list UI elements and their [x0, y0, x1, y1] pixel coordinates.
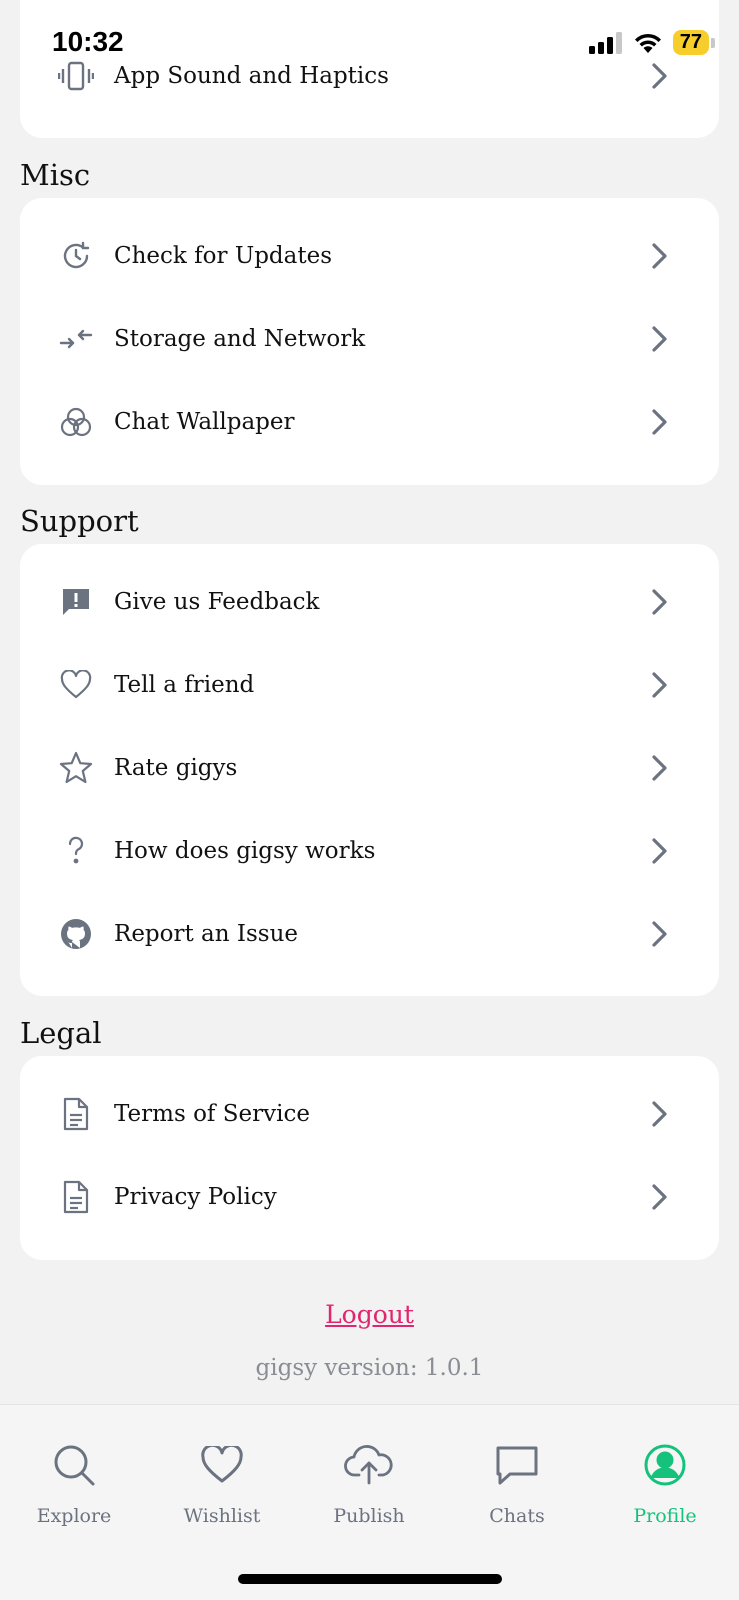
settings-row-terms[interactable]: Terms of Service — [20, 1072, 719, 1155]
settings-row-label: Give us Feedback — [114, 588, 320, 615]
tab-label: Wishlist — [183, 1505, 261, 1527]
chevron-right-icon — [649, 669, 671, 701]
status-bar: 10:32 77 — [0, 0, 739, 80]
settings-row-check-updates[interactable]: Check for Updates — [20, 214, 719, 297]
settings-row-label: Rate gigys — [114, 754, 238, 781]
update-clock-icon — [58, 238, 94, 274]
settings-row-label: Check for Updates — [114, 242, 333, 269]
github-icon — [58, 916, 94, 952]
tab-label: Explore — [36, 1505, 112, 1527]
document-icon — [58, 1179, 94, 1215]
settings-row-feedback[interactable]: Give us Feedback — [20, 560, 719, 643]
settings-row-label: Chat Wallpaper — [114, 408, 295, 435]
chevron-right-icon — [649, 240, 671, 272]
settings-row-chat-wallpaper[interactable]: Chat Wallpaper — [20, 380, 719, 463]
settings-row-label: Storage and Network — [114, 325, 366, 352]
chevron-right-icon — [649, 1098, 671, 1130]
home-indicator — [238, 1574, 502, 1584]
settings-row-label: Tell a friend — [114, 671, 255, 698]
settings-row-label: Terms of Service — [114, 1100, 310, 1127]
status-time: 10:32 — [52, 26, 124, 57]
section-title-misc: Misc — [20, 158, 91, 192]
tab-label: Chats — [489, 1505, 545, 1527]
settings-row-storage-network[interactable]: Storage and Network — [20, 297, 719, 380]
settings-row-label: Privacy Policy — [114, 1183, 277, 1210]
document-icon — [58, 1096, 94, 1132]
chat-bubble-icon — [457, 1439, 577, 1491]
tab-label: Publish — [333, 1505, 405, 1527]
chevron-right-icon — [649, 406, 671, 438]
settings-row-privacy[interactable]: Privacy Policy — [20, 1155, 719, 1238]
settings-row-how-works[interactable]: How does gigsy works — [20, 809, 719, 892]
search-icon — [14, 1439, 134, 1491]
tab-publish[interactable]: Publish — [309, 1439, 429, 1527]
tab-chats[interactable]: Chats — [457, 1439, 577, 1527]
settings-row-rate[interactable]: Rate gigys — [20, 726, 719, 809]
settings-card-support: Give us Feedback Tell a friend Rate gigy… — [20, 544, 719, 996]
heart-icon — [162, 1439, 282, 1491]
circles-overlap-icon — [58, 404, 94, 440]
tab-label: Profile — [633, 1505, 697, 1527]
battery-indicator: 77 — [672, 30, 716, 55]
question-icon — [58, 833, 94, 869]
star-icon — [58, 750, 94, 786]
status-icons: 77 — [588, 30, 716, 55]
section-title-legal: Legal — [20, 1016, 102, 1050]
profile-icon — [605, 1439, 725, 1491]
section-title-support: Support — [20, 504, 139, 538]
logout-link[interactable]: Logout — [0, 1300, 739, 1329]
chevron-right-icon — [649, 918, 671, 950]
tab-profile[interactable]: Profile — [605, 1439, 725, 1527]
bottom-tab-bar: Explore Wishlist Publish Chats Profile — [0, 1404, 739, 1600]
settings-row-tell-friend[interactable]: Tell a friend — [20, 643, 719, 726]
settings-row-label: Report an Issue — [114, 920, 298, 947]
chevron-right-icon — [649, 586, 671, 618]
heart-icon — [58, 667, 94, 703]
cloud-upload-icon — [309, 1439, 429, 1491]
chevron-right-icon — [649, 752, 671, 784]
chevron-right-icon — [649, 323, 671, 355]
wifi-icon — [634, 33, 661, 53]
tab-wishlist[interactable]: Wishlist — [162, 1439, 282, 1527]
signal-icon — [588, 31, 622, 54]
settings-card-misc: Check for Updates Storage and Network Ch… — [20, 198, 719, 485]
chevron-right-icon — [649, 1181, 671, 1213]
chevron-right-icon — [649, 835, 671, 867]
settings-card-legal: Terms of Service Privacy Policy — [20, 1056, 719, 1260]
settings-row-report-issue[interactable]: Report an Issue — [20, 892, 719, 975]
settings-row-label: How does gigsy works — [114, 837, 376, 864]
tab-explore[interactable]: Explore — [14, 1439, 134, 1527]
version-text: gigsy version: 1.0.1 — [255, 1355, 484, 1381]
arrows-swap-icon — [58, 321, 94, 357]
feedback-icon — [58, 584, 94, 620]
